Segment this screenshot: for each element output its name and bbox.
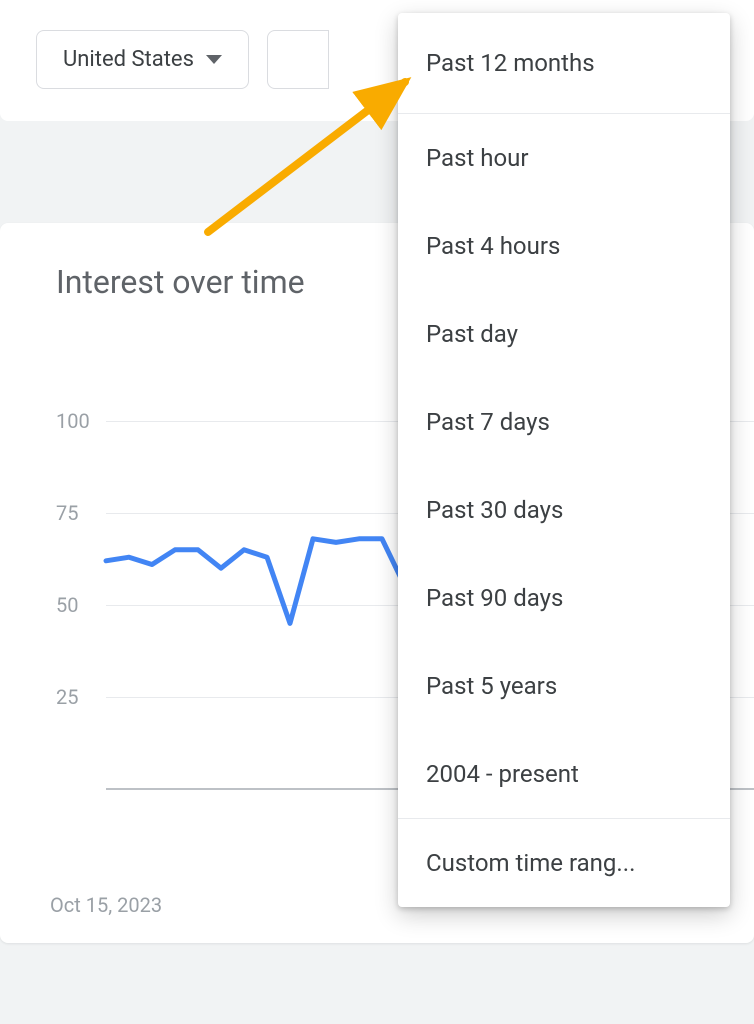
time-range-dropdown-menu: Past 12 months Past hour Past 4 hours Pa… <box>398 13 730 907</box>
menu-item-past-30-days[interactable]: Past 30 days <box>398 466 730 554</box>
menu-item-selected[interactable]: Past 12 months <box>398 13 730 113</box>
menu-item-past-90-days[interactable]: Past 90 days <box>398 554 730 642</box>
x-label-start: Oct 15, 2023 <box>50 893 162 917</box>
menu-item-past-5-years[interactable]: Past 5 years <box>398 642 730 730</box>
menu-item-custom-range[interactable]: Custom time rang... <box>398 819 730 907</box>
menu-item-past-4-hours[interactable]: Past 4 hours <box>398 202 730 290</box>
region-dropdown-label: United States <box>63 47 194 72</box>
card-title: Interest over time <box>56 263 305 301</box>
time-range-dropdown-trigger[interactable] <box>267 30 329 89</box>
menu-item-past-7-days[interactable]: Past 7 days <box>398 378 730 466</box>
chevron-down-icon <box>206 55 222 64</box>
region-dropdown[interactable]: United States <box>36 30 249 89</box>
menu-item-past-hour[interactable]: Past hour <box>398 114 730 202</box>
menu-item-2004-present[interactable]: 2004 - present <box>398 730 730 818</box>
menu-item-past-day[interactable]: Past day <box>398 290 730 378</box>
